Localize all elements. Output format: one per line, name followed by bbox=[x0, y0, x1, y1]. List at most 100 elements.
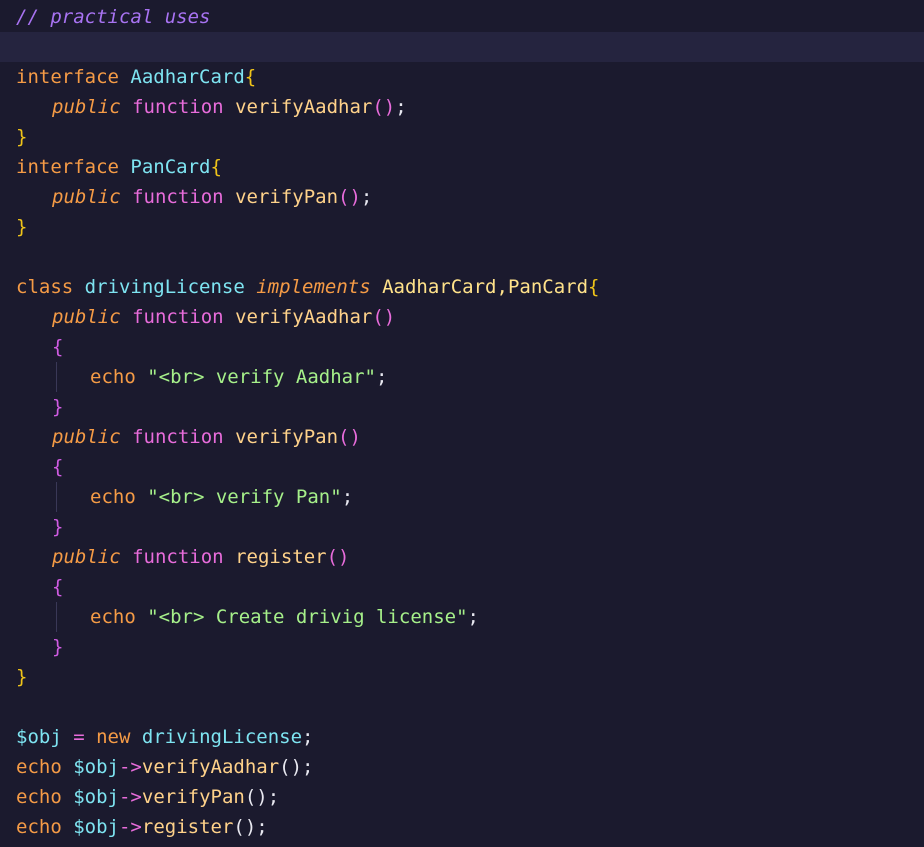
brace: { bbox=[588, 276, 600, 298]
method-name: verifyAadhar bbox=[235, 306, 373, 328]
code-line-5[interactable]: } bbox=[0, 122, 924, 152]
method-name: register bbox=[235, 546, 327, 568]
string: "<br> Create drivig license" bbox=[147, 606, 468, 628]
code-line-6[interactable]: interface PanCard{ bbox=[0, 152, 924, 182]
code-line-23[interactable]: } bbox=[0, 662, 924, 692]
keyword: function bbox=[132, 186, 224, 208]
keyword: echo bbox=[16, 786, 62, 808]
string: "<br> verify Pan" bbox=[147, 486, 342, 508]
code-line-3[interactable]: interface AadharCard{ bbox=[0, 62, 924, 92]
code-line-12[interactable]: { bbox=[0, 332, 924, 362]
class-name: drivingLicense bbox=[84, 276, 245, 298]
keyword: echo bbox=[16, 816, 62, 838]
comment: // practical uses bbox=[16, 6, 211, 28]
code-line-7[interactable]: public function verifyPan(); bbox=[0, 182, 924, 212]
keyword: function bbox=[132, 306, 224, 328]
method-name: verifyAadhar bbox=[235, 96, 373, 118]
code-line-27[interactable]: echo $obj->verifyPan(); bbox=[0, 782, 924, 812]
semicolon: ; bbox=[395, 96, 407, 118]
code-line-15[interactable]: public function verifyPan() bbox=[0, 422, 924, 452]
call-suffix: (); bbox=[244, 786, 280, 808]
code-line-8[interactable]: } bbox=[0, 212, 924, 242]
parens: () bbox=[326, 546, 350, 568]
semicolon: ; bbox=[467, 606, 479, 628]
method-name: verifyPan bbox=[235, 186, 339, 208]
parens: () bbox=[372, 306, 396, 328]
operator: -> bbox=[118, 816, 142, 838]
call-suffix: (); bbox=[279, 756, 314, 778]
keyword: echo bbox=[90, 366, 136, 388]
keyword: public bbox=[52, 306, 121, 328]
code-lines[interactable]: // practical uses interface AadharCard{ … bbox=[0, 2, 924, 842]
interface-list: AadharCard,PanCard bbox=[382, 276, 589, 298]
code-line-4[interactable]: public function verifyAadhar(); bbox=[0, 92, 924, 122]
keyword: echo bbox=[90, 486, 136, 508]
code-line-11[interactable]: public function verifyAadhar() bbox=[0, 302, 924, 332]
method-name: verifyPan bbox=[141, 786, 245, 808]
brace: } bbox=[16, 666, 28, 688]
keyword: interface bbox=[16, 66, 119, 88]
keyword: echo bbox=[16, 756, 62, 778]
code-line-26[interactable]: echo $obj->verifyAadhar(); bbox=[0, 752, 924, 782]
keyword: function bbox=[132, 96, 224, 118]
keyword: new bbox=[96, 726, 131, 748]
code-editor[interactable]: // practical uses interface AadharCard{ … bbox=[0, 0, 924, 847]
variable: $obj bbox=[73, 816, 119, 838]
brace: { bbox=[244, 66, 257, 88]
brace: { bbox=[52, 336, 64, 358]
operator: -> bbox=[118, 786, 142, 808]
code-line-1[interactable]: // practical uses bbox=[0, 2, 924, 32]
variable: $obj bbox=[73, 756, 119, 778]
brace: } bbox=[16, 216, 28, 238]
interface-name: PanCard bbox=[130, 156, 211, 178]
variable: $obj bbox=[73, 786, 119, 808]
code-line-16[interactable]: { bbox=[0, 452, 924, 482]
code-line-21[interactable]: echo "<br> Create drivig license"; bbox=[0, 602, 924, 632]
keyword: function bbox=[132, 426, 224, 448]
method-name: register bbox=[141, 816, 234, 838]
code-line-20[interactable]: { bbox=[0, 572, 924, 602]
interface-name: AadharCard bbox=[130, 66, 245, 88]
brace: } bbox=[52, 636, 64, 658]
method-name: verifyPan bbox=[235, 426, 339, 448]
class-name: drivingLicense bbox=[141, 726, 303, 748]
code-line-9[interactable] bbox=[0, 242, 924, 272]
brace: { bbox=[52, 576, 64, 598]
call-suffix: (); bbox=[233, 816, 268, 838]
keyword: public bbox=[52, 426, 121, 448]
parens: () bbox=[372, 96, 396, 118]
code-line-22[interactable]: } bbox=[0, 632, 924, 662]
keyword: public bbox=[52, 546, 121, 568]
indent-guide bbox=[56, 482, 57, 512]
keyword: public bbox=[52, 186, 121, 208]
semicolon: ; bbox=[360, 186, 373, 208]
code-line-10[interactable]: class drivingLicense implements AadharCa… bbox=[0, 272, 924, 302]
parens: () bbox=[338, 426, 361, 448]
operator: -> bbox=[118, 756, 142, 778]
operator: = bbox=[61, 726, 97, 748]
keyword: echo bbox=[90, 606, 136, 628]
code-line-13[interactable]: echo "<br> verify Aadhar"; bbox=[0, 362, 924, 392]
keyword: interface bbox=[16, 156, 119, 178]
semicolon: ; bbox=[341, 486, 354, 508]
indent-guide bbox=[56, 602, 57, 632]
keyword: function bbox=[132, 546, 224, 568]
semicolon: ; bbox=[302, 726, 314, 748]
semicolon: ; bbox=[376, 366, 388, 388]
code-line-24[interactable] bbox=[0, 692, 924, 722]
code-line-18[interactable]: } bbox=[0, 512, 924, 542]
method-name: verifyAadhar bbox=[141, 756, 280, 778]
code-line-25[interactable]: $obj = new drivingLicense; bbox=[0, 722, 924, 752]
indent-guide bbox=[56, 362, 57, 392]
code-line-17[interactable]: echo "<br> verify Pan"; bbox=[0, 482, 924, 512]
code-line-28[interactable]: echo $obj->register(); bbox=[0, 812, 924, 842]
brace: { bbox=[52, 456, 64, 478]
keyword: implements bbox=[256, 276, 371, 298]
brace: { bbox=[210, 156, 222, 178]
variable: $obj bbox=[16, 726, 62, 748]
brace: } bbox=[52, 396, 64, 418]
code-line-2-current[interactable] bbox=[0, 32, 924, 62]
code-line-19[interactable]: public function register() bbox=[0, 542, 924, 572]
code-line-14[interactable]: } bbox=[0, 392, 924, 422]
brace: } bbox=[16, 126, 28, 148]
